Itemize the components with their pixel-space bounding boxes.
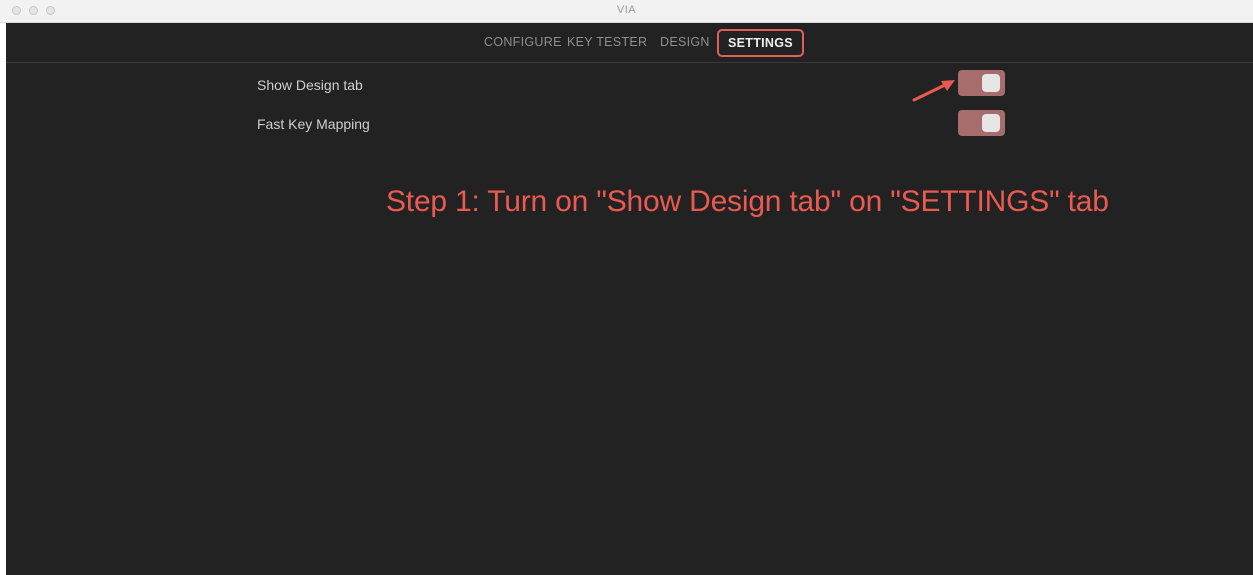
tab-design[interactable]: DESIGN: [660, 35, 710, 49]
fast-key-mapping-label: Fast Key Mapping: [257, 116, 370, 132]
fast-key-mapping-toggle[interactable]: [958, 110, 1005, 136]
tab-settings[interactable]: SETTINGS: [717, 29, 804, 57]
tab-configure[interactable]: CONFIGURE: [484, 35, 562, 49]
tab-key-tester[interactable]: KEY TESTER: [567, 35, 647, 49]
title-bar: VIA: [0, 0, 1253, 23]
toggle-knob: [982, 74, 1000, 92]
toggle-knob: [982, 114, 1000, 132]
top-menu: CONFIGURE KEY TESTER DESIGN SETTINGS: [6, 23, 1253, 63]
step-annotation: Step 1: Turn on "Show Design tab" on "SE…: [386, 185, 1109, 218]
app-content: CONFIGURE KEY TESTER DESIGN SETTINGS Sho…: [6, 23, 1253, 575]
arrow-icon: [912, 80, 955, 102]
show-design-tab-label: Show Design tab: [257, 77, 363, 93]
window-title: VIA: [616, 4, 637, 16]
app-window: VIA CONFIGURE KEY TESTER DESIGN SETTINGS…: [0, 0, 1253, 575]
show-design-tab-toggle[interactable]: [958, 70, 1005, 96]
